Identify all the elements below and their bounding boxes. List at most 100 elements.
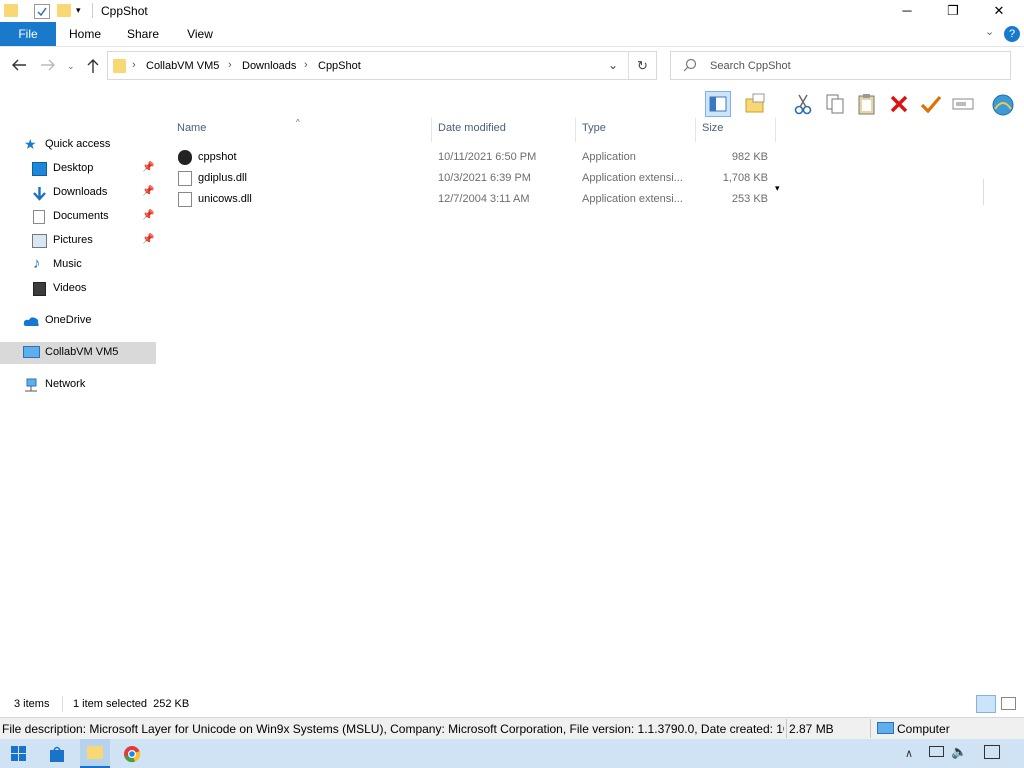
expand-ribbon-icon[interactable]: ⌄ <box>985 25 994 38</box>
location-label: Computer <box>897 722 950 736</box>
pin-icon[interactable]: 📌 <box>142 186 154 197</box>
sort-ascending-icon: ^ <box>296 118 300 127</box>
delete-icon[interactable] <box>886 91 912 117</box>
pictures-icon <box>32 234 47 248</box>
nav-quick-access[interactable]: ★ Quick access <box>0 134 156 156</box>
large-icons-view-icon[interactable] <box>1001 697 1016 710</box>
search-box[interactable]: Search CppShot <box>670 51 1011 80</box>
nav-label: Music <box>53 258 82 270</box>
close-button[interactable]: ✕ <box>976 0 1022 22</box>
checkmark-icon[interactable] <box>918 91 944 117</box>
volume-icon[interactable]: 🔈 <box>951 744 967 760</box>
up-button[interactable] <box>86 58 100 79</box>
breadcrumb-collabvm[interactable]: CollabVM VM5 <box>146 60 219 72</box>
nav-network[interactable]: Network <box>0 374 156 396</box>
nav-label: Desktop <box>53 162 94 174</box>
toolbar: ▾ <box>0 88 1024 205</box>
notification-icon[interactable] <box>984 745 1000 759</box>
nav-item-videos[interactable]: Videos <box>0 278 156 300</box>
nav-item-desktop[interactable]: Desktop 📌 <box>0 158 156 180</box>
properties-icon[interactable] <box>34 4 50 19</box>
minimize-button[interactable]: ─ <box>884 0 930 22</box>
documents-icon <box>33 210 45 224</box>
file-name: unicows.dll <box>198 193 252 205</box>
app-icon <box>178 150 192 165</box>
tab-share[interactable]: Share <box>118 22 168 46</box>
details-view-icon[interactable] <box>976 695 996 713</box>
computer-icon <box>23 346 40 358</box>
file-size: 982 KB <box>731 151 768 163</box>
nav-item-pictures[interactable]: Pictures 📌 <box>0 230 156 252</box>
help-button[interactable]: ? <box>1004 26 1020 42</box>
nav-item-downloads[interactable]: Downloads 📌 <box>0 182 156 204</box>
cut-icon[interactable] <box>790 91 816 117</box>
new-item-icon[interactable] <box>743 91 769 117</box>
paste-icon[interactable] <box>854 91 880 117</box>
pin-icon[interactable]: 📌 <box>142 234 154 245</box>
file-name: cppshot <box>198 151 237 163</box>
nav-label: Videos <box>53 282 87 294</box>
column-header-name[interactable]: Name <box>177 122 206 134</box>
breadcrumb-downloads[interactable]: Downloads <box>242 60 296 72</box>
maximize-button[interactable]: ❐ <box>930 0 976 22</box>
nav-label: Pictures <box>53 234 93 246</box>
star-icon: ★ <box>24 136 37 152</box>
column-separator[interactable] <box>575 118 576 142</box>
nav-label: CollabVM VM5 <box>45 346 119 358</box>
nav-onedrive[interactable]: OneDrive <box>0 310 156 332</box>
network-tray-icon[interactable] <box>929 746 944 757</box>
breadcrumb-separator: › <box>132 59 136 71</box>
folder-icon <box>113 59 126 73</box>
window-title: CppShot <box>101 4 148 18</box>
preview-pane-icon[interactable] <box>705 91 731 117</box>
nav-item-documents[interactable]: Documents 📌 <box>0 206 156 228</box>
customize-qat-icon[interactable]: ▾ <box>76 5 81 16</box>
column-header-size[interactable]: Size <box>702 122 723 134</box>
nav-label: OneDrive <box>45 314 92 326</box>
item-count: 3 items <box>14 698 50 710</box>
file-size: 253 KB <box>731 193 768 205</box>
pin-icon[interactable]: 📌 <box>142 210 154 221</box>
downloads-icon <box>32 186 47 201</box>
nav-item-music[interactable]: ♪ Music <box>0 254 156 276</box>
pin-icon[interactable]: 📌 <box>142 162 154 173</box>
nav-this-pc[interactable]: CollabVM VM5 <box>0 342 156 364</box>
back-button[interactable] <box>11 58 27 77</box>
refresh-icon[interactable]: ↻ <box>637 58 648 74</box>
shell-icon[interactable] <box>990 91 1016 117</box>
status-divider <box>62 696 63 712</box>
address-bar[interactable]: › CollabVM VM5 › Downloads › CppShot ⌄ ↻ <box>107 51 657 80</box>
search-input[interactable]: Search CppShot <box>710 60 791 72</box>
store-icon[interactable] <box>48 745 66 766</box>
tab-view[interactable]: View <box>176 22 224 46</box>
recent-locations-icon[interactable]: ⌄ <box>67 61 75 72</box>
forward-button[interactable] <box>40 58 56 77</box>
file-type: Application <box>582 151 636 163</box>
table-row[interactable]: cppshot 10/11/2021 6:50 PM Application 9… <box>176 147 776 168</box>
dll-icon <box>178 171 192 186</box>
chrome-icon[interactable] <box>123 745 141 766</box>
address-dropdown-icon[interactable]: ⌄ <box>608 58 618 72</box>
tab-home[interactable]: Home <box>60 22 110 46</box>
file-explorer-taskbar-button[interactable] <box>80 739 110 768</box>
taskbar: ∧ 🔈 <box>0 739 1024 768</box>
file-list: ^ Name Date modified Type Size cppshot 1… <box>170 118 1024 688</box>
column-header-type[interactable]: Type <box>582 122 606 134</box>
column-separator[interactable] <box>775 118 776 142</box>
column-header-date[interactable]: Date modified <box>438 122 506 134</box>
windows-start-icon[interactable] <box>11 746 27 765</box>
column-separator[interactable] <box>695 118 696 142</box>
search-icon <box>683 58 697 75</box>
table-row[interactable]: gdiplus.dll 10/3/2021 6:39 PM Applicatio… <box>176 168 776 189</box>
new-folder-icon[interactable] <box>57 4 71 17</box>
tray-chevron-icon[interactable]: ∧ <box>905 747 913 760</box>
folder-icon <box>4 4 18 17</box>
rename-icon[interactable] <box>950 91 976 117</box>
file-date: 12/7/2004 3:11 AM <box>438 193 530 205</box>
info-divider <box>786 719 787 738</box>
column-separator[interactable] <box>431 118 432 142</box>
table-row[interactable]: unicows.dll 12/7/2004 3:11 AM Applicatio… <box>176 189 776 210</box>
tab-file[interactable]: File <box>0 22 56 46</box>
copy-icon[interactable] <box>822 91 848 117</box>
breadcrumb-cppshot[interactable]: CppShot <box>318 60 361 72</box>
